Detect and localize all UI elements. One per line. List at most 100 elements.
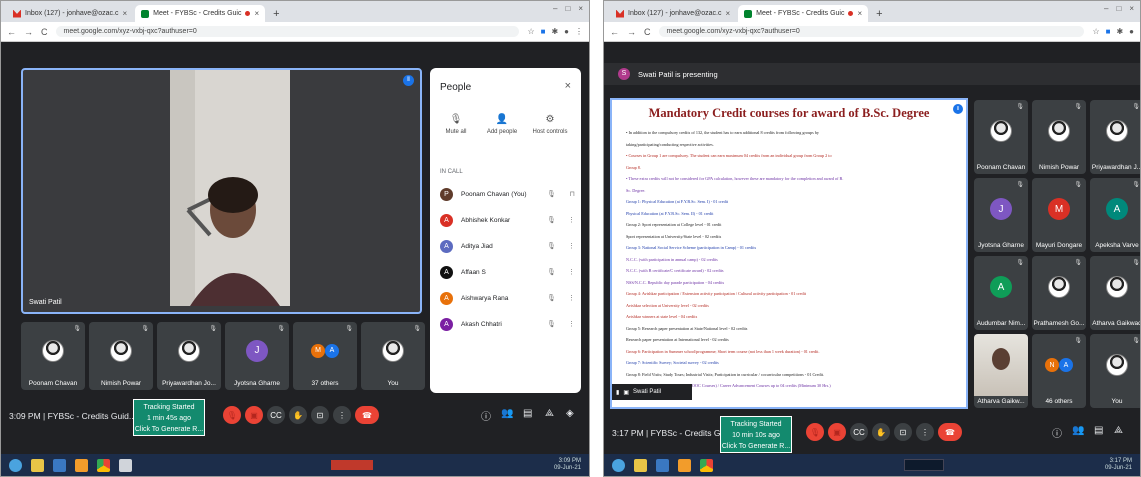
- chrome-icon[interactable]: [700, 458, 713, 472]
- reload-icon[interactable]: C: [41, 27, 48, 37]
- tracking-popup[interactable]: Tracking Started 1 min 45s ago Click To …: [133, 399, 205, 436]
- activities-icon[interactable]: ⟁: [545, 408, 554, 419]
- participant-more-icon[interactable]: ⊓: [570, 190, 575, 198]
- file-explorer-icon[interactable]: [634, 458, 647, 472]
- reload-icon[interactable]: C: [644, 27, 651, 37]
- participant-tile[interactable]: 🎙 Nimish Powar: [1032, 100, 1086, 174]
- tab-close-icon[interactable]: ×: [857, 9, 862, 18]
- participant-tile[interactable]: 🎙 Priyawardhan J...: [1090, 100, 1140, 174]
- tab-close-icon[interactable]: ×: [123, 9, 128, 18]
- participant-tile[interactable]: 🎙 M Mayuri Dongare: [1032, 178, 1086, 252]
- leave-call-button[interactable]: ☎: [355, 406, 379, 424]
- present-button[interactable]: ⊡: [894, 423, 912, 441]
- participant-row[interactable]: A Affaan S 🎙 ⋮: [440, 262, 575, 282]
- menu-icon[interactable]: ⋮: [575, 27, 583, 36]
- participant-tile[interactable]: 🎙 You: [361, 322, 425, 390]
- participant-more-icon[interactable]: ⋮: [568, 268, 575, 276]
- main-speaker-tile[interactable]: Swati Patil ⦀: [21, 68, 422, 314]
- tab-gmail-inbox[interactable]: Inbox (127) - jonhave@ozac.c ×: [610, 5, 736, 22]
- tracking-generate-link[interactable]: Click To Generate R...: [134, 424, 204, 435]
- url-field[interactable]: meet.google.com/xyz-vxbj-qxc?authuser=0: [658, 26, 1085, 37]
- media-player-icon[interactable]: [678, 458, 691, 472]
- security-icon[interactable]: ◈: [566, 408, 574, 419]
- chat-icon[interactable]: ▤: [523, 408, 532, 419]
- participant-mic-icon[interactable]: 🎙: [547, 268, 556, 276]
- minimize-button[interactable]: –: [1104, 4, 1108, 13]
- mute-all-button[interactable]: 🎙 Mute all: [436, 114, 476, 135]
- tracking-popup[interactable]: Tracking Started 10 min 10s ago Click To…: [720, 416, 792, 453]
- file-explorer-icon[interactable]: [31, 458, 44, 472]
- captions-button[interactable]: CC: [267, 406, 285, 424]
- tab-close-icon[interactable]: ×: [726, 9, 731, 18]
- minimize-button[interactable]: –: [553, 4, 557, 13]
- participant-tile[interactable]: 🎙 J Jyotsna Gharne: [974, 178, 1028, 252]
- participant-more-icon[interactable]: ⋮: [568, 294, 575, 302]
- recorder-icon[interactable]: [331, 460, 373, 470]
- add-people-button[interactable]: 👤 Add people: [482, 114, 522, 135]
- close-people-panel-button[interactable]: ×: [565, 80, 571, 92]
- forward-icon[interactable]: →: [627, 27, 636, 37]
- participant-tile[interactable]: 🎙 Nimish Powar: [89, 322, 153, 390]
- media-player-icon[interactable]: [75, 458, 88, 472]
- meeting-details-icon[interactable]: ⓘ: [1052, 425, 1062, 440]
- raise-hand-button[interactable]: ✋: [872, 423, 890, 441]
- start-icon[interactable]: [9, 458, 22, 472]
- extension-icon[interactable]: ■: [1106, 27, 1111, 36]
- participant-row[interactable]: A Aditya Jiad 🎙 ⋮: [440, 236, 575, 256]
- profile-icon[interactable]: ●: [1129, 27, 1134, 36]
- participant-tile[interactable]: 🎙Atharva Gaikw...: [974, 334, 1028, 408]
- participant-tile[interactable]: 🎙 Poonam Chavan: [21, 322, 85, 390]
- participant-row[interactable]: P Poonam Chavan (You) 🎙 ⊓: [440, 184, 575, 204]
- app-icon[interactable]: [119, 458, 132, 472]
- participant-more-icon[interactable]: ⋮: [568, 242, 575, 250]
- people-icon[interactable]: 👥: [501, 408, 513, 419]
- url-field[interactable]: meet.google.com/xyz-vxbj-qxc?authuser=0: [55, 26, 520, 37]
- more-options-button[interactable]: ⋮: [333, 406, 351, 424]
- tab-meet[interactable]: Meet - FYBSc - Credits Guic ×: [135, 5, 266, 22]
- star-icon[interactable]: ☆: [1092, 27, 1099, 36]
- activities-icon[interactable]: ⟁: [1114, 425, 1123, 436]
- puzzle-icon[interactable]: ✱: [1116, 27, 1123, 36]
- puzzle-icon[interactable]: ✱: [551, 27, 558, 36]
- participant-tile[interactable]: 🎙 Priyawardhan Jo...: [157, 322, 221, 390]
- back-icon[interactable]: ←: [7, 27, 16, 37]
- participant-mic-icon[interactable]: 🎙: [547, 216, 556, 224]
- participant-row[interactable]: A Aishwarya Rana 🎙 ⋮: [440, 288, 575, 308]
- star-icon[interactable]: ☆: [527, 27, 534, 36]
- maximize-button[interactable]: □: [1116, 4, 1121, 13]
- leave-call-button[interactable]: ☎: [938, 423, 962, 441]
- present-button[interactable]: ⊡: [311, 406, 329, 424]
- meeting-details-icon[interactable]: ⓘ: [481, 408, 491, 423]
- participant-more-icon[interactable]: ⋮: [568, 320, 575, 328]
- chrome-icon[interactable]: [97, 458, 110, 472]
- participant-mic-icon[interactable]: 🎙: [547, 294, 556, 302]
- chat-icon[interactable]: ▤: [1094, 425, 1103, 436]
- tracking-generate-link[interactable]: Click To Generate R...: [721, 441, 791, 452]
- close-window-button[interactable]: ×: [578, 4, 583, 13]
- close-window-button[interactable]: ×: [1129, 4, 1134, 13]
- raise-hand-button[interactable]: ✋: [289, 406, 307, 424]
- new-tab-button[interactable]: +: [870, 8, 888, 22]
- participant-tile[interactable]: 🎙 N A 46 others: [1032, 334, 1086, 408]
- captions-button[interactable]: CC: [850, 423, 868, 441]
- participant-row[interactable]: A Akash Chhatri 🎙 ⋮: [440, 314, 575, 334]
- participant-tile[interactable]: 🎙 Prathamesh Go...: [1032, 256, 1086, 330]
- camera-off-button[interactable]: ▣: [828, 423, 846, 441]
- maximize-button[interactable]: □: [565, 4, 570, 13]
- participant-tile[interactable]: 🎙 M A 37 others: [293, 322, 357, 390]
- mic-off-button[interactable]: 🎙: [806, 423, 824, 441]
- tab-meet[interactable]: Meet - FYBSc - Credits Guic ×: [738, 5, 869, 22]
- extension-icon[interactable]: ■: [541, 27, 546, 36]
- profile-icon[interactable]: ●: [564, 27, 569, 36]
- recorder-controls-icon[interactable]: [904, 459, 944, 471]
- back-icon[interactable]: ←: [610, 27, 619, 37]
- app-icon[interactable]: [656, 458, 669, 472]
- more-options-button[interactable]: ⋮: [916, 423, 934, 441]
- participant-more-icon[interactable]: ⋮: [568, 216, 575, 224]
- new-tab-button[interactable]: +: [267, 8, 285, 22]
- forward-icon[interactable]: →: [24, 27, 33, 37]
- participant-mic-icon[interactable]: 🎙: [547, 190, 556, 198]
- participant-row[interactable]: A Abhishek Konkar 🎙 ⋮: [440, 210, 575, 230]
- participant-tile[interactable]: 🎙 Atharva Gaikwad: [1090, 256, 1140, 330]
- start-icon[interactable]: [612, 458, 625, 472]
